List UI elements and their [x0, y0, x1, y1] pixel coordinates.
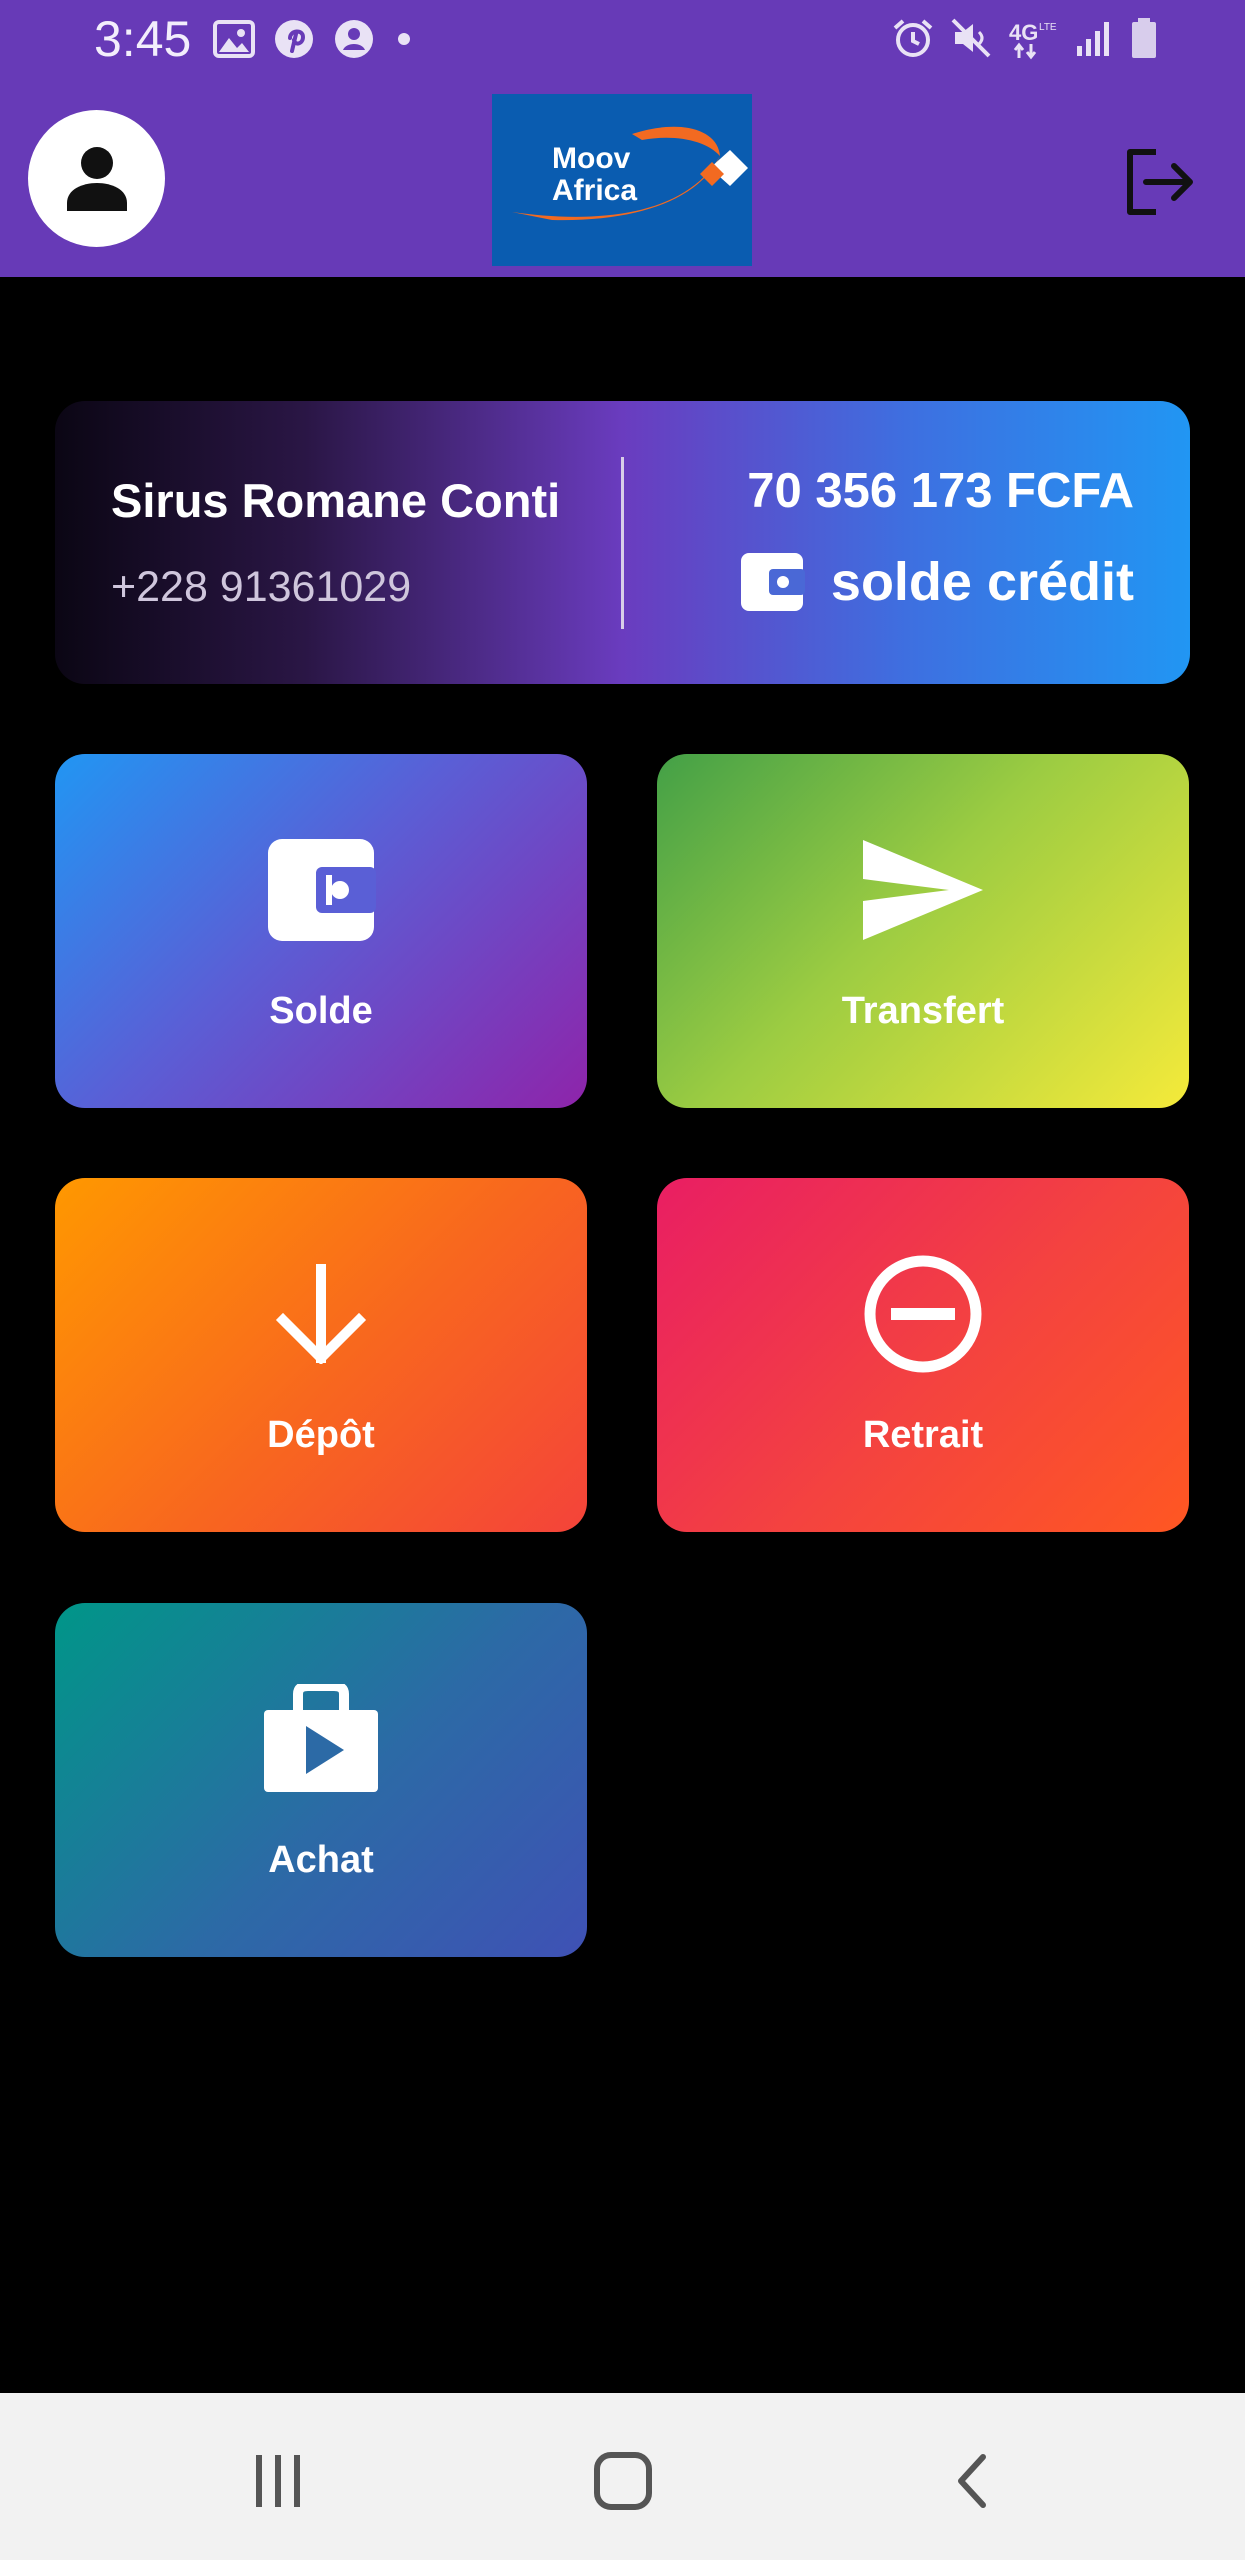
- signal-icon: [1077, 22, 1109, 56]
- person-icon: [66, 146, 127, 211]
- tile-transfert-label: Transfert: [841, 990, 1005, 1032]
- logo-line2: Africa: [552, 174, 637, 207]
- home-icon: [594, 2452, 652, 2510]
- tile-transfert-button[interactable]: Transfert: [657, 754, 1189, 1108]
- recents-icon: [256, 2455, 300, 2507]
- tile-depot-label: Dépôt: [267, 1414, 375, 1456]
- status-time: 3:45: [94, 11, 192, 67]
- arrow-down-icon: [275, 1264, 367, 1364]
- logo-line1: Moov: [552, 142, 631, 175]
- tile-retrait-button[interactable]: Retrait: [657, 1178, 1189, 1532]
- account-name: Sirus Romane Conti: [111, 474, 561, 527]
- account-phone: +228 91361029: [111, 563, 412, 611]
- wallet-icon: [268, 839, 376, 941]
- account-balance-amount: 70 356 173 FCFA: [747, 464, 1134, 518]
- logout-icon: [1127, 149, 1193, 215]
- moov-africa-logo: Moov Africa: [492, 94, 752, 266]
- wallet-icon: [740, 553, 805, 611]
- send-icon: [863, 840, 983, 940]
- account-circle-icon: [335, 20, 373, 58]
- logout-button[interactable]: [1120, 142, 1200, 222]
- tile-achat-label: Achat: [268, 1839, 374, 1881]
- battery-icon: [1132, 18, 1156, 58]
- profile-avatar-button[interactable]: [28, 110, 165, 247]
- back-button[interactable]: [933, 2441, 1013, 2521]
- status-bar: 3:45 4G LTE: [0, 0, 1245, 82]
- tile-achat-button[interactable]: Achat: [55, 1603, 587, 1957]
- tile-solde-label: Solde: [269, 990, 373, 1032]
- shop-bag-icon: [264, 1684, 378, 1792]
- pinterest-icon: [275, 20, 313, 58]
- logo-swoosh-icon: Moov Africa: [512, 126, 748, 221]
- status-right-icons: 4G LTE: [891, 16, 1159, 60]
- system-nav-bar: [0, 2393, 1245, 2560]
- credit-balance-label: solde crédit: [739, 551, 1134, 613]
- 4g-lte-icon: 4G LTE: [1009, 20, 1057, 60]
- credit-label-text: solde crédit: [830, 552, 1134, 612]
- tile-solde-button[interactable]: Solde: [55, 754, 587, 1108]
- svg-text:LTE: LTE: [1039, 22, 1057, 33]
- recents-button[interactable]: [238, 2441, 318, 2521]
- home-button[interactable]: [583, 2441, 663, 2521]
- svg-text:4G: 4G: [1009, 20, 1038, 45]
- status-left-icons: [213, 18, 415, 60]
- app-bar: Moov Africa: [0, 82, 1245, 277]
- dot-icon: [398, 33, 410, 45]
- mute-icon: [951, 18, 991, 58]
- account-divider: [621, 457, 624, 629]
- tile-retrait-label: Retrait: [862, 1414, 984, 1456]
- minus-circle-icon: [864, 1255, 982, 1373]
- back-icon: [958, 2454, 986, 2508]
- tile-depot-button[interactable]: Dépôt: [55, 1178, 587, 1532]
- gallery-icon: [213, 20, 255, 58]
- alarm-icon: [893, 19, 933, 57]
- account-card: Sirus Romane Conti +228 91361029 70 356 …: [55, 401, 1190, 684]
